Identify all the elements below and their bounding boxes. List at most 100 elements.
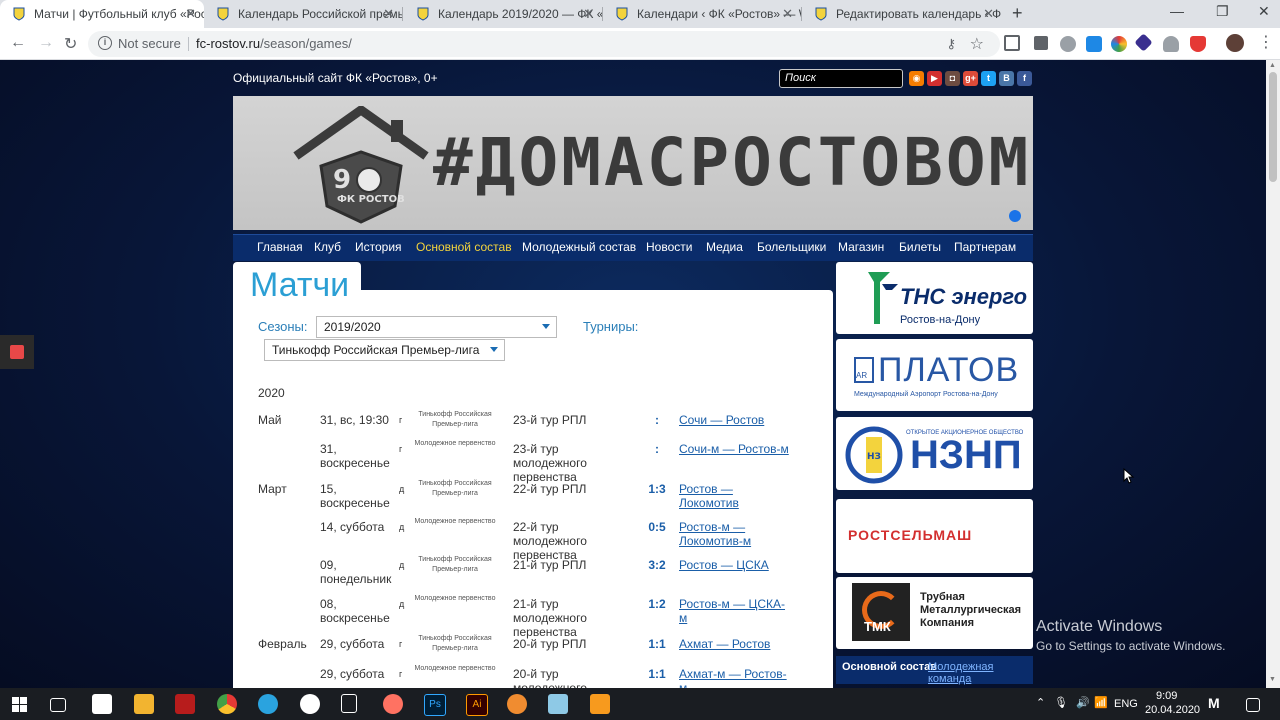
pen-extension-icon[interactable]: [1034, 36, 1048, 50]
sponsor-nznp[interactable]: НЗ НЗНП ОТКРЫТОЕ АКЦИОНЕРНОЕ ОБЩЕСТВО: [836, 417, 1033, 490]
nav-item-partners[interactable]: Партнерам: [954, 240, 1016, 254]
reload-icon[interactable]: ↻: [64, 34, 77, 54]
search-input[interactable]: Поиск: [779, 69, 903, 88]
match-link[interactable]: Ростов — Локомотив: [679, 482, 789, 510]
bookmark-star-icon[interactable]: ☆: [970, 34, 984, 54]
nav-item-news[interactable]: Новости: [646, 240, 692, 254]
browser-tab-5[interactable]: Редактировать календарь ‹ ФК ✕: [802, 0, 1002, 28]
nav-item-home[interactable]: Главная: [257, 240, 303, 254]
new-tab-plus-icon[interactable]: +: [1012, 3, 1023, 24]
slack-icon[interactable]: [300, 694, 320, 714]
globe-extension-icon[interactable]: [1060, 36, 1076, 52]
color-extension-icon[interactable]: [1111, 36, 1127, 52]
figma-icon[interactable]: [383, 694, 403, 714]
match-link[interactable]: Ахмат-м — Ростов-м: [679, 667, 789, 688]
match-link[interactable]: Ростов-м — ЦСКА-м: [679, 597, 789, 625]
minimize-window-icon[interactable]: —: [1170, 3, 1184, 19]
home-banner[interactable]: 9 ФК РОСТОВ #ДОМАСРОСТОВОМ: [233, 96, 1033, 230]
tray-up-arrow-icon[interactable]: ⌃: [1036, 696, 1045, 709]
nav-item-tickets[interactable]: Билеты: [899, 240, 941, 254]
scroll-down-arrow-icon[interactable]: ▼: [1269, 676, 1276, 683]
slider-dot[interactable]: [1009, 210, 1021, 222]
youtube-icon[interactable]: ▶: [927, 71, 942, 86]
close-tab-icon[interactable]: ✕: [983, 6, 994, 22]
filezilla-icon[interactable]: [175, 694, 195, 714]
twitter-icon[interactable]: t: [981, 71, 996, 86]
page-scrollbar[interactable]: ▲ ▼: [1266, 60, 1280, 688]
match-link[interactable]: Ростов — ЦСКА: [679, 558, 789, 572]
sponsor-rostselmash[interactable]: РОСТСЕЛЬМАШ: [836, 499, 1033, 573]
close-tab-icon[interactable]: ✕: [782, 6, 793, 22]
menu-kebab-icon[interactable]: ⋮: [1258, 32, 1274, 52]
omnibox[interactable]: i Not secure fc-rostov.ru/season/games/ …: [88, 31, 1000, 57]
sponsor-platov[interactable]: AR ПЛАТОВ Международный Аэропорт Ростова…: [836, 339, 1033, 411]
nav-item-main-squad[interactable]: Основной состав: [416, 240, 512, 254]
close-tab-icon[interactable]: ✕: [583, 6, 594, 22]
store-icon[interactable]: [92, 694, 112, 714]
restore-window-icon[interactable]: ❐: [1216, 3, 1229, 20]
nav-item-club[interactable]: Клуб: [314, 240, 341, 254]
clock-time[interactable]: 9:09: [1156, 690, 1177, 702]
illustrator-icon[interactable]: Ai: [466, 694, 488, 716]
back-arrow-icon[interactable]: ←: [10, 34, 26, 52]
scroll-up-arrow-icon[interactable]: ▲: [1269, 62, 1276, 69]
browser-tab-2[interactable]: Календарь Российской премьер ✕: [204, 0, 402, 28]
url-text[interactable]: fc-rostov.ru/season/games/: [196, 36, 352, 51]
nav-item-history[interactable]: История: [355, 240, 402, 254]
bird-app-icon[interactable]: [507, 694, 527, 714]
platov-logo-icon: AR: [854, 357, 874, 383]
browser-tab-4[interactable]: Календари ‹ ФК «Ростов» — Wo ✕: [603, 0, 801, 28]
google-plus-icon[interactable]: g+: [963, 71, 978, 86]
match-date: 15, воскресенье: [320, 482, 390, 510]
info-icon[interactable]: i: [98, 36, 112, 50]
chrome-icon[interactable]: [217, 694, 237, 714]
nav-item-fans[interactable]: Болельщики: [757, 240, 826, 254]
facebook-icon[interactable]: f: [1017, 71, 1032, 86]
match-link[interactable]: Сочи-м — Ростов-м: [679, 442, 789, 456]
home-away-marker: г: [399, 415, 403, 425]
diamond-extension-icon[interactable]: [1134, 33, 1153, 52]
browser-tab-1[interactable]: Матчи | Футбольный клуб «Рос ✕: [0, 0, 204, 28]
nav-item-shop[interactable]: Магазин: [838, 240, 884, 254]
drive-extension-icon[interactable]: [1163, 36, 1179, 52]
tab-main-squad[interactable]: Основной состав: [842, 661, 937, 673]
sheets-app-icon[interactable]: [548, 694, 568, 714]
nav-item-media[interactable]: Медиа: [706, 240, 743, 254]
shield-extension-icon[interactable]: [1190, 36, 1206, 52]
microphone-icon[interactable]: 🎙: [1054, 696, 1068, 709]
windows-start-icon[interactable]: [12, 697, 27, 712]
screenshot-extension-icon[interactable]: [1004, 35, 1020, 51]
volume-icon[interactable]: 🔊: [1076, 696, 1090, 709]
close-tab-icon[interactable]: ✕: [383, 6, 394, 22]
network-icon[interactable]: 📶: [1094, 696, 1108, 709]
blue-extension-icon[interactable]: [1086, 36, 1102, 52]
browser-tab-3[interactable]: Календарь 2019/2020 — ФК «Ро ✕: [404, 0, 602, 28]
scrollbar-thumb[interactable]: [1269, 72, 1277, 182]
match-link[interactable]: Ростов-м — Локомотив-м: [679, 520, 789, 548]
nav-item-youth-squad[interactable]: Молодежный состав: [522, 240, 636, 254]
close-tab-icon[interactable]: ✕: [185, 6, 196, 22]
sponsor-tmk[interactable]: ТМК Трубная Металлургическая Компания: [836, 577, 1033, 649]
telegram-icon[interactable]: [258, 694, 278, 714]
instagram-icon[interactable]: ◘: [945, 71, 960, 86]
close-window-icon[interactable]: ✕: [1258, 3, 1270, 20]
clock-date[interactable]: 20.04.2020: [1145, 704, 1200, 716]
match-link[interactable]: Ахмат — Ростов: [679, 637, 789, 651]
tab-youth-team[interactable]: Молодежная команда: [928, 661, 1033, 685]
sublime-text-icon[interactable]: [590, 694, 610, 714]
input-language[interactable]: ENG: [1114, 698, 1138, 710]
key-icon[interactable]: ⚷: [946, 36, 956, 52]
photoshop-icon[interactable]: Ps: [424, 694, 446, 716]
rss-icon[interactable]: ◉: [909, 71, 924, 86]
recording-widget[interactable]: [0, 335, 34, 369]
calculator-icon[interactable]: [341, 694, 357, 713]
match-link[interactable]: Сочи — Ростов: [679, 413, 789, 427]
file-explorer-icon[interactable]: [134, 694, 154, 714]
sponsor-tns-energo[interactable]: ТНС энерго Ростов-на-Дону: [836, 262, 1033, 334]
media-app-icon[interactable]: M: [1208, 695, 1220, 711]
forward-arrow-icon[interactable]: →: [38, 34, 54, 52]
vk-icon[interactable]: В: [999, 71, 1014, 86]
task-view-icon[interactable]: [50, 698, 66, 712]
notifications-icon[interactable]: [1246, 698, 1260, 712]
profile-avatar[interactable]: [1226, 34, 1244, 52]
